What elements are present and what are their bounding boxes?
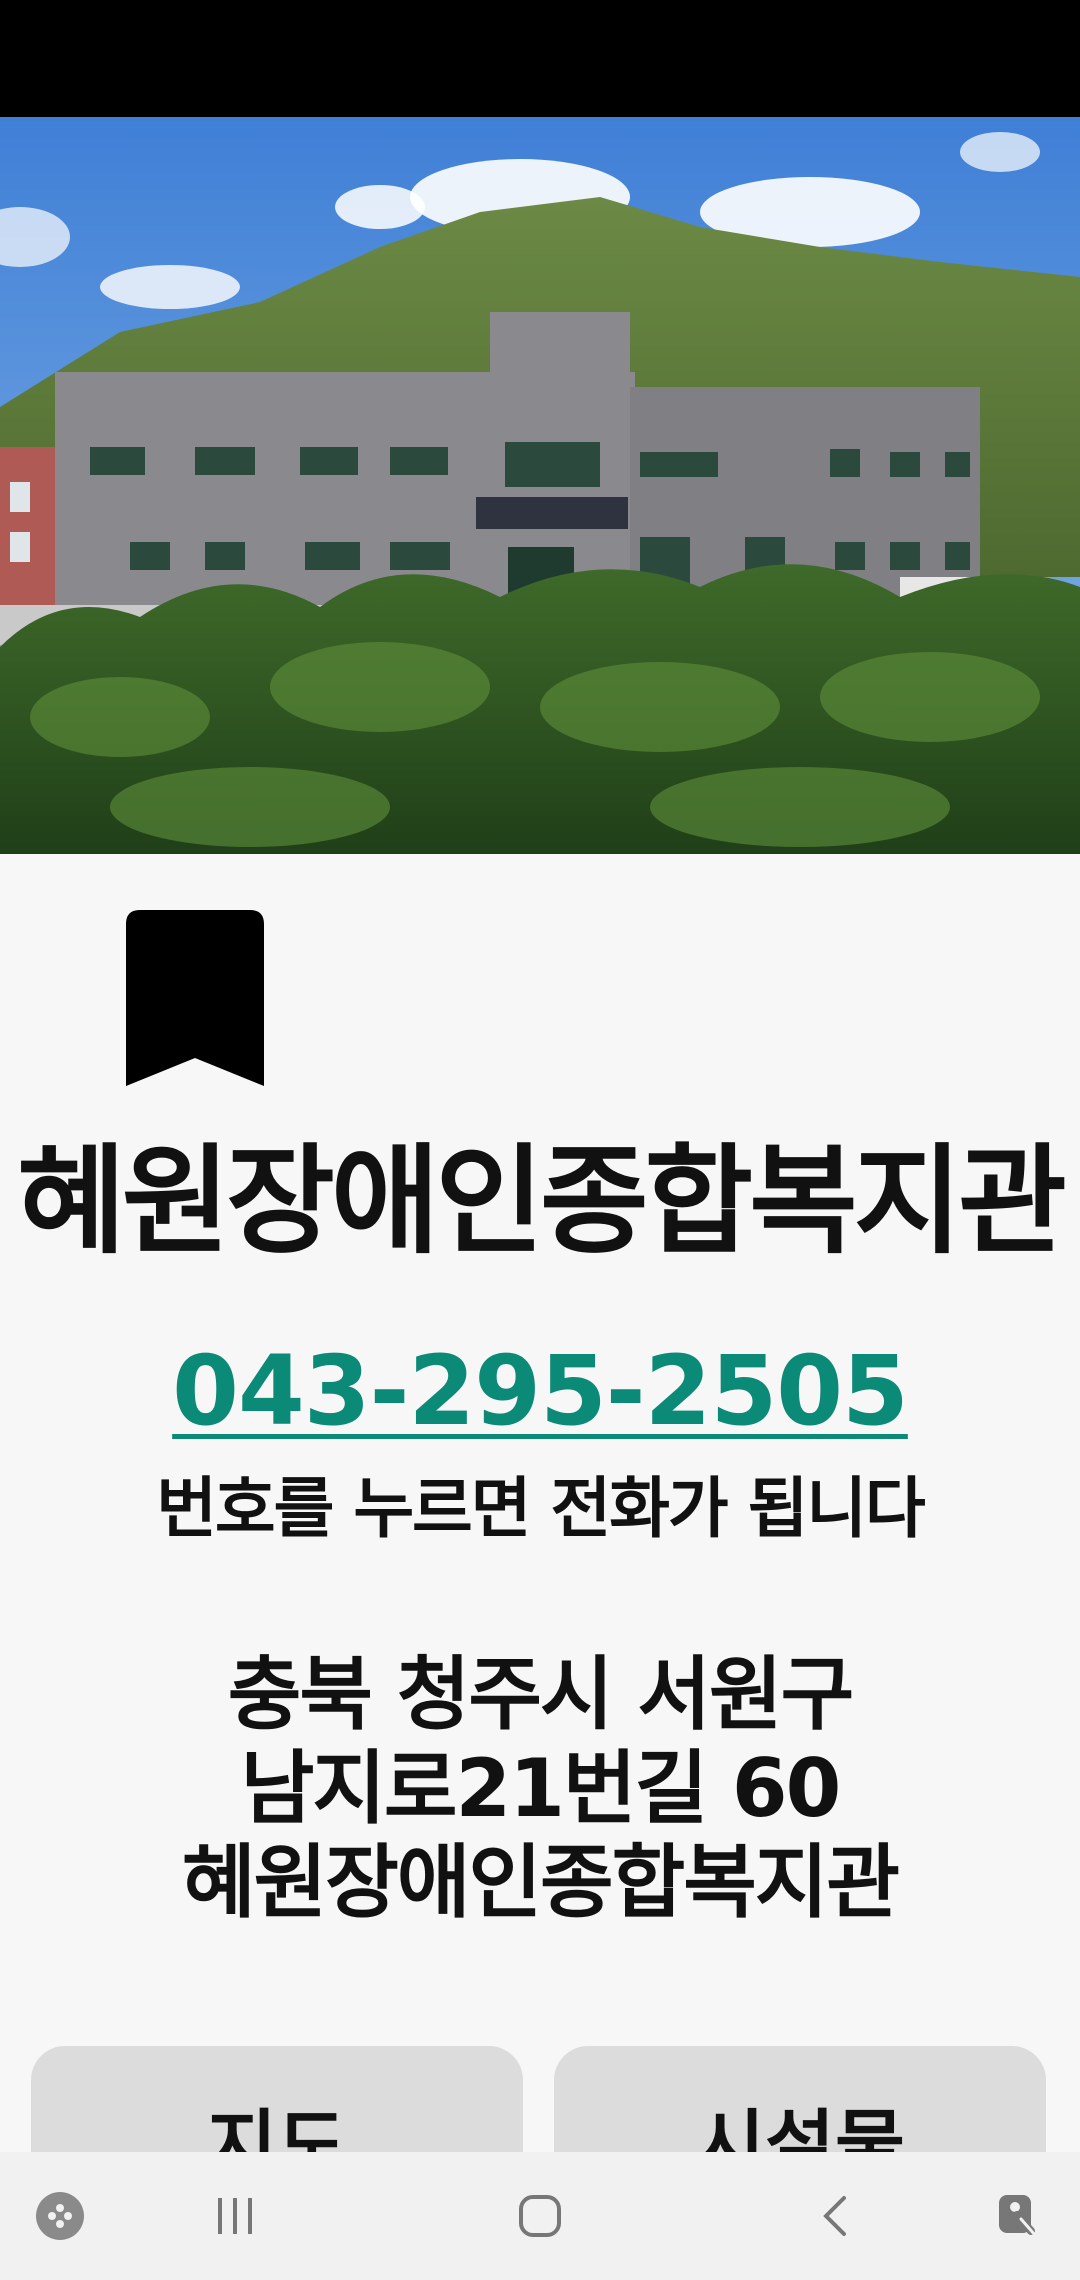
address-line-1: 충북 청주시 서원구 (227, 1648, 855, 1741)
bookmark-icon[interactable] (126, 910, 264, 1086)
building-photo (0, 117, 1080, 854)
phone-hint: 번호를 누르면 전화가 됩니다 (156, 1470, 926, 1547)
home-icon[interactable] (500, 2152, 580, 2280)
recent-apps-icon[interactable] (200, 2152, 270, 2280)
navigation-bar (0, 2152, 1080, 2280)
phone-number-link[interactable]: 043-295-2505 (0, 1335, 1080, 1447)
facility-title: 혜원장애인종합복지관 (17, 1132, 1067, 1270)
back-icon[interactable] (800, 2152, 870, 2280)
address-line-3: 혜원장애인종합복지관 (182, 1836, 900, 1929)
accessibility-icon[interactable] (990, 2152, 1050, 2280)
address-line-2: 남지로21번길 60 (240, 1742, 842, 1835)
game-launcher-icon[interactable] (28, 2152, 92, 2280)
address: 충북 청주시 서원구 남지로21번길 60 혜원장애인종합복지관 (0, 1648, 1080, 1930)
status-bar (0, 0, 1080, 117)
